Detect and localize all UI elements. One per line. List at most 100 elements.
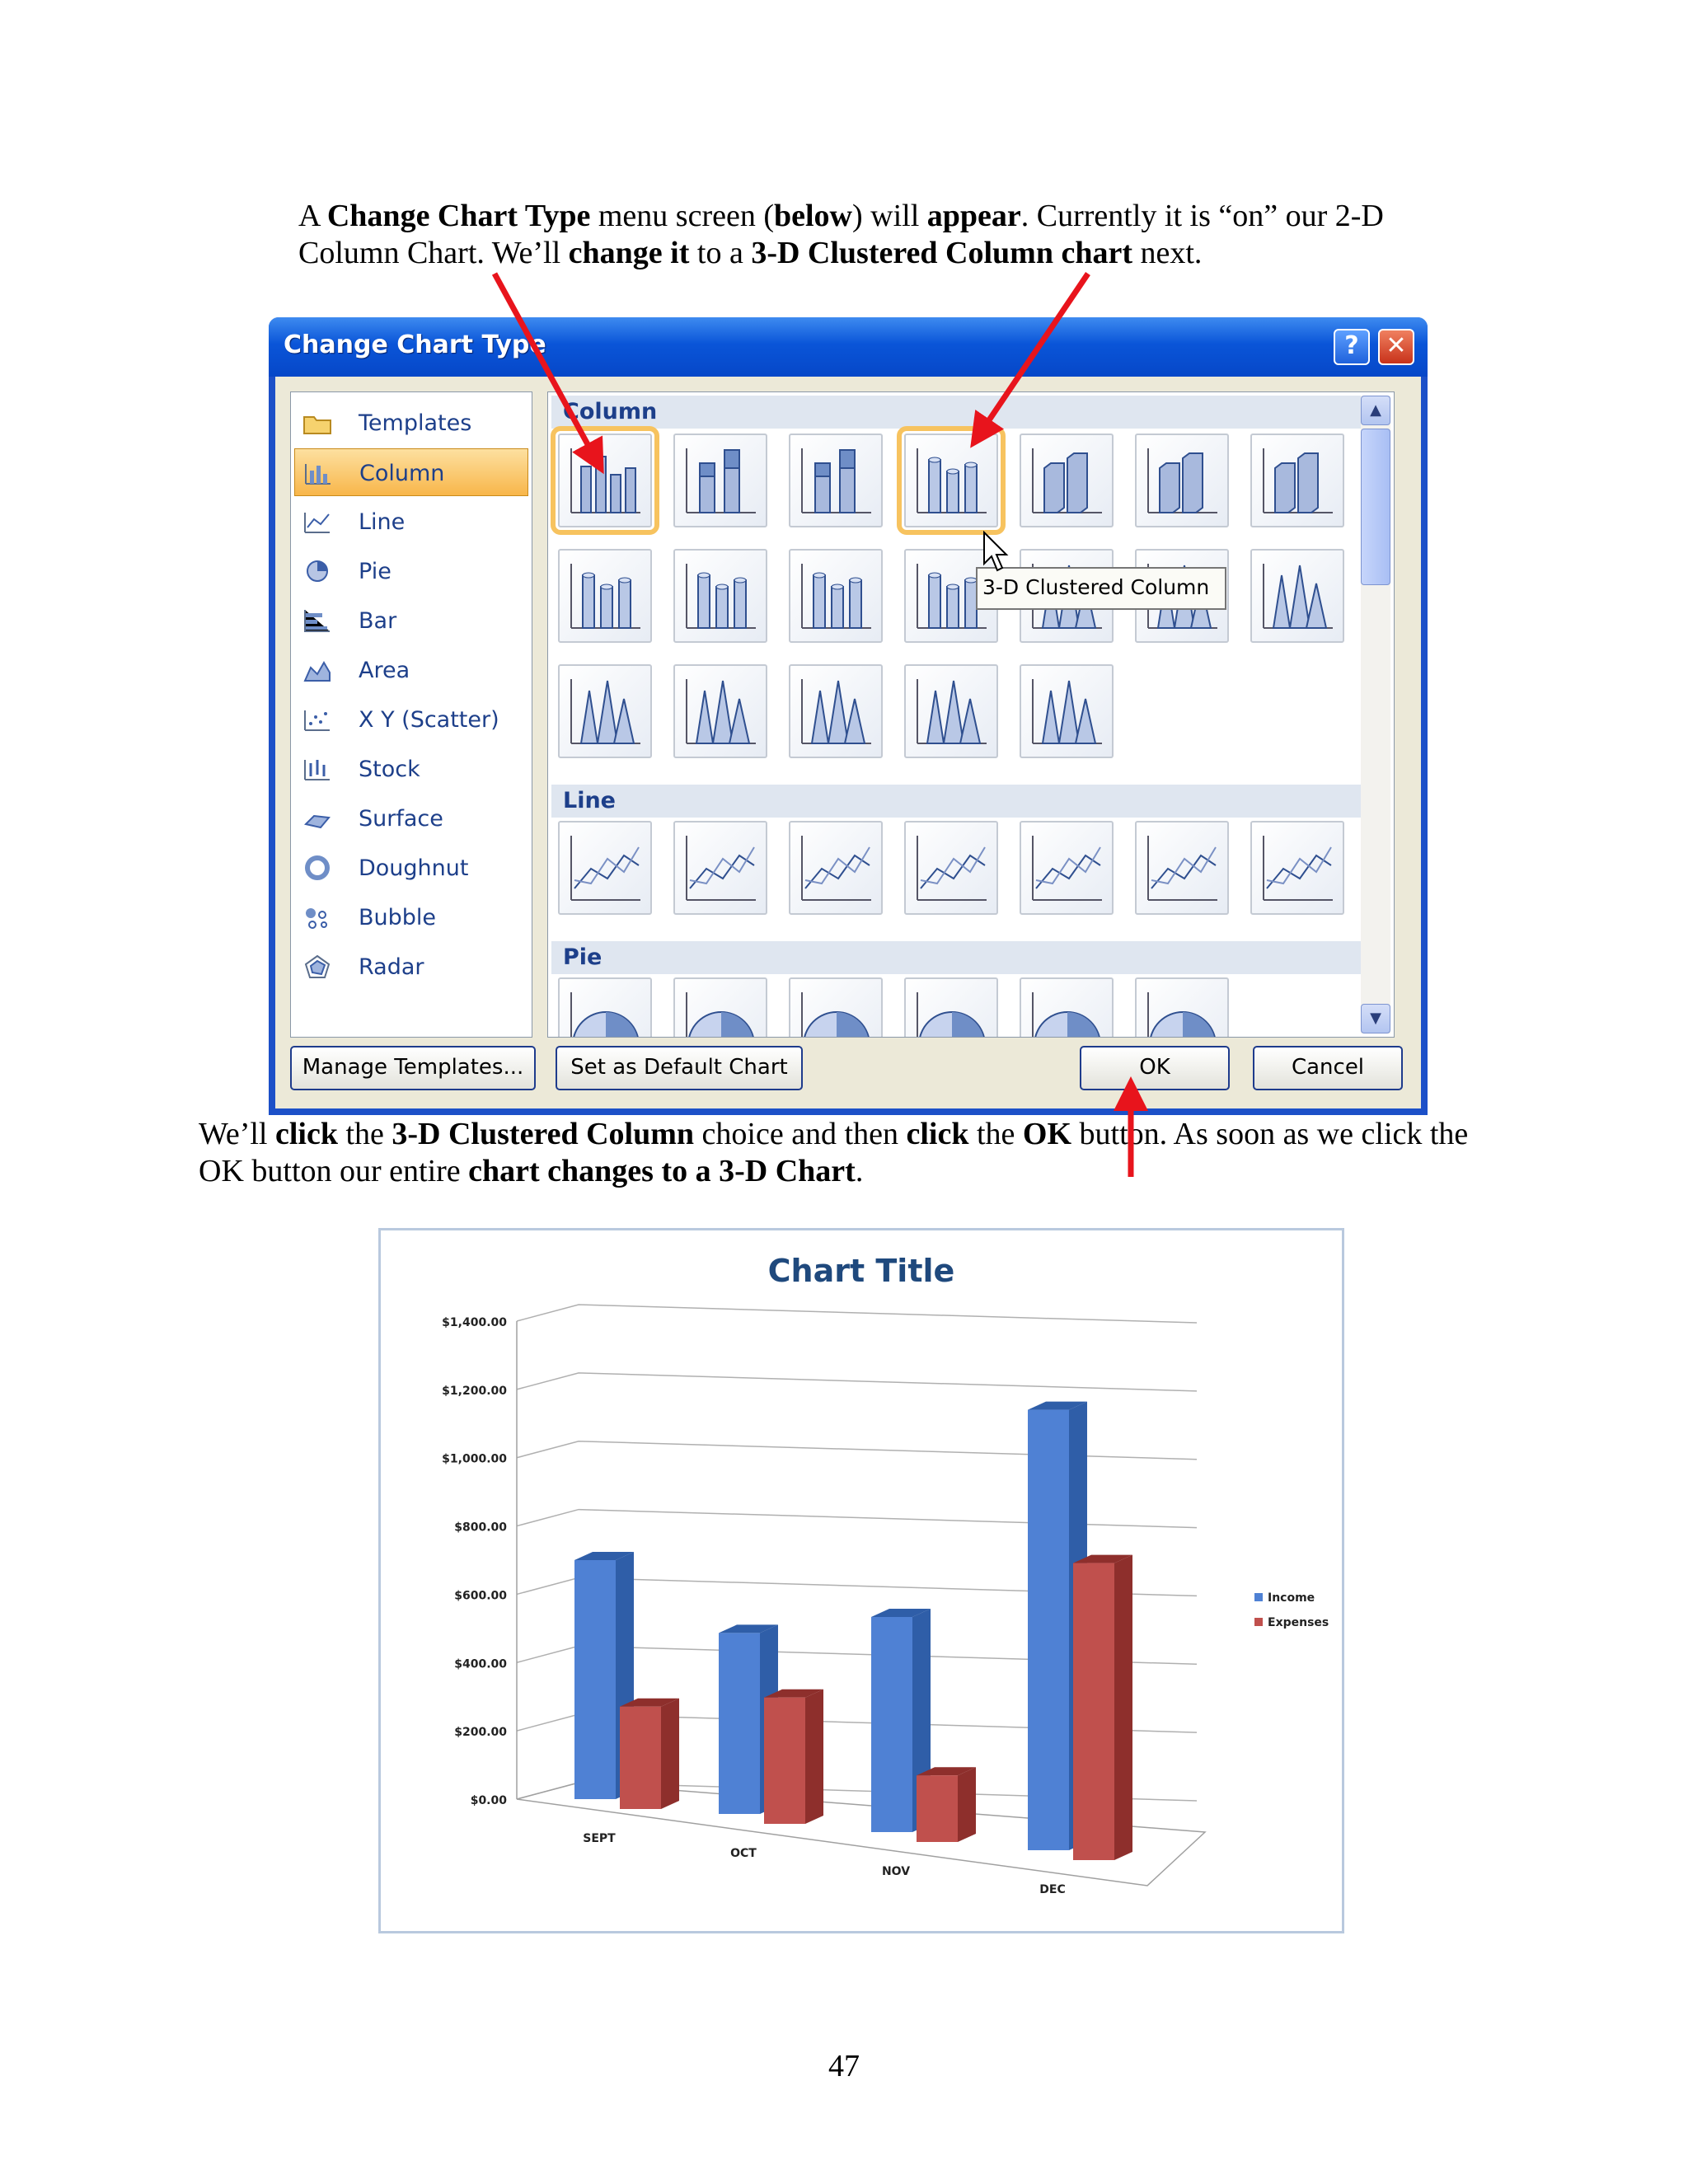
text: choice and then — [694, 1117, 907, 1151]
chart-subtype-option[interactable] — [789, 977, 883, 1037]
chart-type-label: Radar — [359, 954, 424, 980]
chart-subtype-option[interactable] — [673, 549, 767, 643]
chart-subtype-option[interactable] — [789, 434, 883, 527]
chart-type-column[interactable]: Column — [294, 448, 528, 496]
chart-type-stock[interactable]: Stock — [294, 745, 528, 793]
chart-subtype-option[interactable] — [558, 821, 652, 915]
chart-type-templates[interactable]: Templates — [294, 399, 528, 447]
scroll-down-button[interactable]: ▼ — [1361, 1004, 1390, 1033]
bar-expenses-dec — [1073, 1563, 1114, 1860]
chart-subtype-option[interactable] — [1135, 977, 1229, 1037]
chart-subtype-option[interactable] — [904, 664, 998, 758]
set-default-chart-button[interactable]: Set as Default Chart — [556, 1046, 803, 1090]
stock-chart-icon — [302, 757, 332, 781]
cancel-button[interactable]: Cancel — [1253, 1046, 1403, 1090]
y-tick-label: $0.00 — [471, 1794, 508, 1807]
chart-type-bar[interactable]: Bar — [294, 597, 528, 644]
chart-subtype-option[interactable] — [558, 664, 652, 758]
bold-text: OK — [1022, 1117, 1072, 1151]
chart-type-label: Doughnut — [359, 855, 469, 881]
chart-subtype-option[interactable] — [673, 664, 767, 758]
chart-subtype-option[interactable] — [789, 549, 883, 643]
y-tick-label: $1,000.00 — [442, 1453, 507, 1466]
chart-type-x-y-scatter[interactable]: X Y (Scatter) — [294, 696, 528, 743]
chart-type-pie[interactable]: Pie — [294, 547, 528, 595]
bar-expenses-oct — [764, 1697, 805, 1824]
chart-type-label: Pie — [359, 559, 392, 584]
bold-text: below — [774, 199, 852, 233]
chart-type-label: Column — [359, 461, 445, 486]
text: the — [337, 1117, 392, 1151]
chart-subtype-gallery: Column Line Pie ▲ ▼ — [547, 391, 1395, 1038]
line-chart-icon — [302, 509, 332, 534]
scroll-up-button[interactable]: ▲ — [1361, 396, 1390, 425]
chart-type-label: Line — [359, 509, 406, 535]
chart-type-label: Surface — [359, 806, 443, 832]
chart-subtype-option[interactable] — [673, 977, 767, 1037]
chart-subtype-option[interactable] — [558, 549, 652, 643]
chart-subtype-option[interactable] — [1250, 434, 1344, 527]
chart-subtype-option[interactable] — [904, 821, 998, 915]
chart-subtype-option[interactable] — [1135, 821, 1229, 915]
bar-income-dec — [1028, 1409, 1069, 1850]
help-button[interactable]: ? — [1334, 329, 1370, 365]
chart-type-label: X Y (Scatter) — [359, 707, 499, 733]
bold-text: click — [274, 1117, 338, 1151]
gallery-scrollbar[interactable]: ▲ ▼ — [1361, 396, 1390, 1033]
chart-subtype-option[interactable] — [1135, 434, 1229, 527]
intro-paragraph: A Change Chart Type menu screen (below) … — [298, 198, 1452, 272]
section-header-line: Line — [551, 785, 1366, 818]
chart-subtype-option[interactable] — [1020, 821, 1114, 915]
bold-text: change it — [568, 236, 690, 270]
chart-subtype-option[interactable] — [1020, 977, 1114, 1037]
chart-type-radar[interactable]: Radar — [294, 943, 528, 991]
text: menu screen ( — [590, 199, 774, 233]
gridline — [516, 1304, 1198, 1324]
chart-subtype-option[interactable] — [1250, 549, 1344, 643]
chart-area[interactable]: Chart Title $0.00 $200.00 $400.00 $600.00 $80… — [378, 1228, 1344, 1933]
bold-text: 3-D Clustered Column chart — [751, 236, 1132, 270]
surface-chart-icon — [302, 806, 332, 831]
x-tick-label: OCT — [730, 1847, 757, 1860]
chart-subtype-option[interactable] — [789, 821, 883, 915]
chart-type-doughnut[interactable]: Doughnut — [294, 844, 528, 892]
folder-icon — [302, 410, 332, 435]
chart-subtype-option[interactable] — [551, 426, 659, 535]
bar-chart-icon — [302, 608, 332, 633]
gridline — [516, 1372, 1198, 1392]
y-tick-label: $600.00 — [454, 1589, 507, 1602]
chart-subtype-option[interactable] — [1020, 434, 1114, 527]
chart-subtype-option[interactable] — [1250, 821, 1344, 915]
chart-subtype-option[interactable] — [904, 977, 998, 1037]
bar-income-oct — [719, 1633, 760, 1814]
doughnut-chart-icon — [302, 855, 332, 880]
manage-templates-button[interactable]: Manage Templates... — [290, 1046, 536, 1090]
bubble-chart-icon — [302, 905, 332, 930]
chart-subtype-option[interactable] — [558, 977, 652, 1037]
chart-type-label: Bar — [359, 608, 397, 634]
x-tick-label: SEPT — [583, 1832, 616, 1845]
chart-type-line[interactable]: Line — [294, 498, 528, 546]
y-tick-label: $400.00 — [454, 1657, 507, 1671]
scroll-thumb[interactable] — [1361, 429, 1390, 585]
chart-subtype-option[interactable] — [673, 821, 767, 915]
chart-type-surface[interactable]: Surface — [294, 794, 528, 842]
column-chart-icon — [303, 461, 333, 485]
dialog-body: Templates Column Line Pie Bar Area X Y (Scatte… — [275, 377, 1421, 1108]
chart-type-bubble[interactable]: Bubble — [294, 893, 528, 941]
y-tick-label: $800.00 — [454, 1521, 507, 1535]
chart-subtype-option[interactable] — [673, 434, 767, 527]
text: A — [298, 199, 327, 233]
bold-text: appear — [926, 199, 1021, 233]
ok-button[interactable]: OK — [1080, 1046, 1230, 1090]
close-button[interactable]: ✕ — [1378, 329, 1414, 365]
text: to a — [689, 236, 752, 270]
chart-type-area[interactable]: Area — [294, 646, 528, 694]
text: . — [855, 1154, 864, 1188]
clustered-3d-column-option[interactable] — [897, 426, 1006, 535]
chart-type-label: Area — [359, 658, 410, 683]
chart-subtype-option[interactable] — [789, 664, 883, 758]
chart-subtype-option[interactable] — [1020, 664, 1114, 758]
y-tick-label: $200.00 — [454, 1726, 507, 1739]
dialog-title-bar[interactable]: Change Chart Type ? ✕ — [269, 317, 1428, 377]
